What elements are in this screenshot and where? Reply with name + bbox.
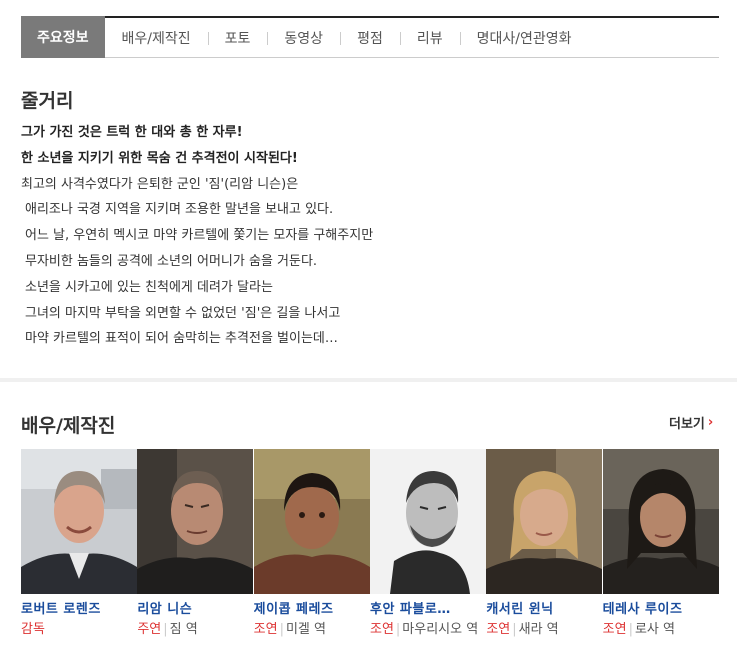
cast-character: 짐 역 — [169, 622, 198, 637]
divider-bar: | — [512, 622, 517, 637]
cast-character: 로사 역 — [634, 622, 675, 637]
cast-role-line: 조연 | 마우리시오 역 — [370, 620, 486, 640]
cast-card[interactable]: 리암 니슨 주연 | 짐 역 — [137, 449, 254, 640]
divider-bar: | — [395, 622, 401, 637]
cast-role-line: 주연 | 짐 역 — [137, 620, 253, 640]
cast-photo[interactable] — [602, 449, 719, 594]
cast-role-line: 조연 | 로사 역 — [603, 620, 719, 640]
cast-photo[interactable] — [369, 449, 486, 594]
cast-name[interactable]: 로버트 로렌즈 — [21, 598, 137, 617]
cast-name[interactable]: 리암 니슨 — [137, 598, 253, 617]
synopsis-line: 애리조나 국경 지역을 지키며 조용한 말년을 보내고 있다. — [25, 202, 334, 218]
cast-character: 새라 역 — [518, 622, 559, 637]
cast-role: 조연 — [486, 622, 511, 637]
cast-role-line: 조연 | 미겔 역 — [254, 620, 370, 640]
cast-section-title: 배우/제작진 — [21, 415, 116, 437]
divider-bar: | — [628, 622, 633, 637]
divider-bar: | — [163, 622, 168, 637]
synopsis-line: 마약 카르텔의 표적이 되어 숨막히는 추격전을 벌이는데… — [25, 331, 338, 347]
cast-card[interactable]: 제이콥 페레즈 조연 | 미겔 역 — [253, 449, 370, 640]
section-divider — [0, 378, 737, 382]
cast-role-line: 조연 | 새라 역 — [486, 620, 602, 640]
synopsis-line: 그녀의 마지막 부탁을 외면할 수 없었던 '짐'은 길을 나서고 — [25, 305, 341, 321]
synopsis-headline-2: 한 소년을 지키기 위한 목숨 건 추격전이 시작된다! — [21, 150, 298, 166]
more-label: 더보기 — [669, 417, 705, 432]
cast-name[interactable]: 캐서린 윈닉 — [486, 598, 602, 617]
cast-photo[interactable] — [253, 449, 370, 594]
cast-role: 주연 — [137, 622, 162, 637]
cast-role: 조연 — [369, 622, 394, 637]
synopsis-line: 소년을 시카고에 있는 친척에게 데려가 달라는 — [25, 279, 273, 295]
cast-name[interactable]: 테레사 루이즈 — [603, 598, 719, 617]
cast-role: 감독 — [21, 622, 45, 637]
tab-rating[interactable]: 평점 — [340, 18, 400, 58]
cast-role-line: 감독 — [21, 620, 137, 640]
cast-role: 조연 — [253, 622, 278, 637]
tab-bar: 주요정보 배우/제작진 포토 동영상 평점 리뷰 명대사/연관영화 — [21, 15, 719, 58]
cast-card[interactable]: 테레사 루이즈 조연 | 로사 역 — [602, 449, 719, 640]
tab-quotes-related[interactable]: 명대사/연관영화 — [459, 18, 589, 58]
cast-card[interactable]: 후안 파블로… 조연 | 마우리시오 역 — [369, 449, 486, 640]
cast-photo[interactable] — [21, 449, 137, 594]
synopsis-headline-1: 그가 가진 것은 트럭 한 대와 총 한 자루! — [21, 125, 243, 140]
synopsis-title: 줄거리 — [21, 90, 74, 112]
chevron-right-icon: › — [707, 415, 714, 430]
cast-list: 로버트 로렌즈 감독 리암 니슨 주연 | 짐 역 제이콥 페레즈 조연 | 미… — [21, 449, 719, 640]
tab-photo[interactable]: 포토 — [207, 18, 268, 58]
synopsis-line: 무자비한 놈들의 공격에 소년의 어머니가 숨을 거둔다. — [25, 253, 318, 269]
tab-cast-crew[interactable]: 배우/제작진 — [105, 18, 208, 58]
cast-character: 미겔 역 — [285, 622, 326, 637]
cast-photo[interactable] — [486, 449, 603, 594]
divider-bar: | — [279, 622, 284, 637]
cast-role: 조연 — [602, 622, 627, 637]
cast-photo[interactable] — [137, 449, 254, 594]
tab-video[interactable]: 동영상 — [267, 18, 340, 58]
synopsis-line: 어느 날, 우연히 멕시코 마약 카르텔에 쫓기는 모자를 구해주지만 — [25, 228, 374, 244]
tab-main-info[interactable]: 주요정보 — [21, 15, 105, 58]
more-link[interactable]: 더보기 › — [669, 413, 713, 432]
cast-card[interactable]: 로버트 로렌즈 감독 — [21, 449, 137, 640]
synopsis-body: 그가 가진 것은 트럭 한 대와 총 한 자루! 한 소년을 지키기 위한 목숨… — [21, 120, 721, 352]
synopsis-line: 최고의 사격수였다가 은퇴한 군인 '짐'(리암 니슨)은 — [21, 176, 299, 192]
cast-name[interactable]: 후안 파블로… — [370, 598, 486, 617]
tab-review[interactable]: 리뷰 — [399, 18, 460, 58]
cast-name[interactable]: 제이콥 페레즈 — [254, 598, 370, 617]
cast-character: 마우리시오 역 — [402, 622, 479, 637]
cast-card[interactable]: 캐서린 윈닉 조연 | 새라 역 — [486, 449, 603, 640]
